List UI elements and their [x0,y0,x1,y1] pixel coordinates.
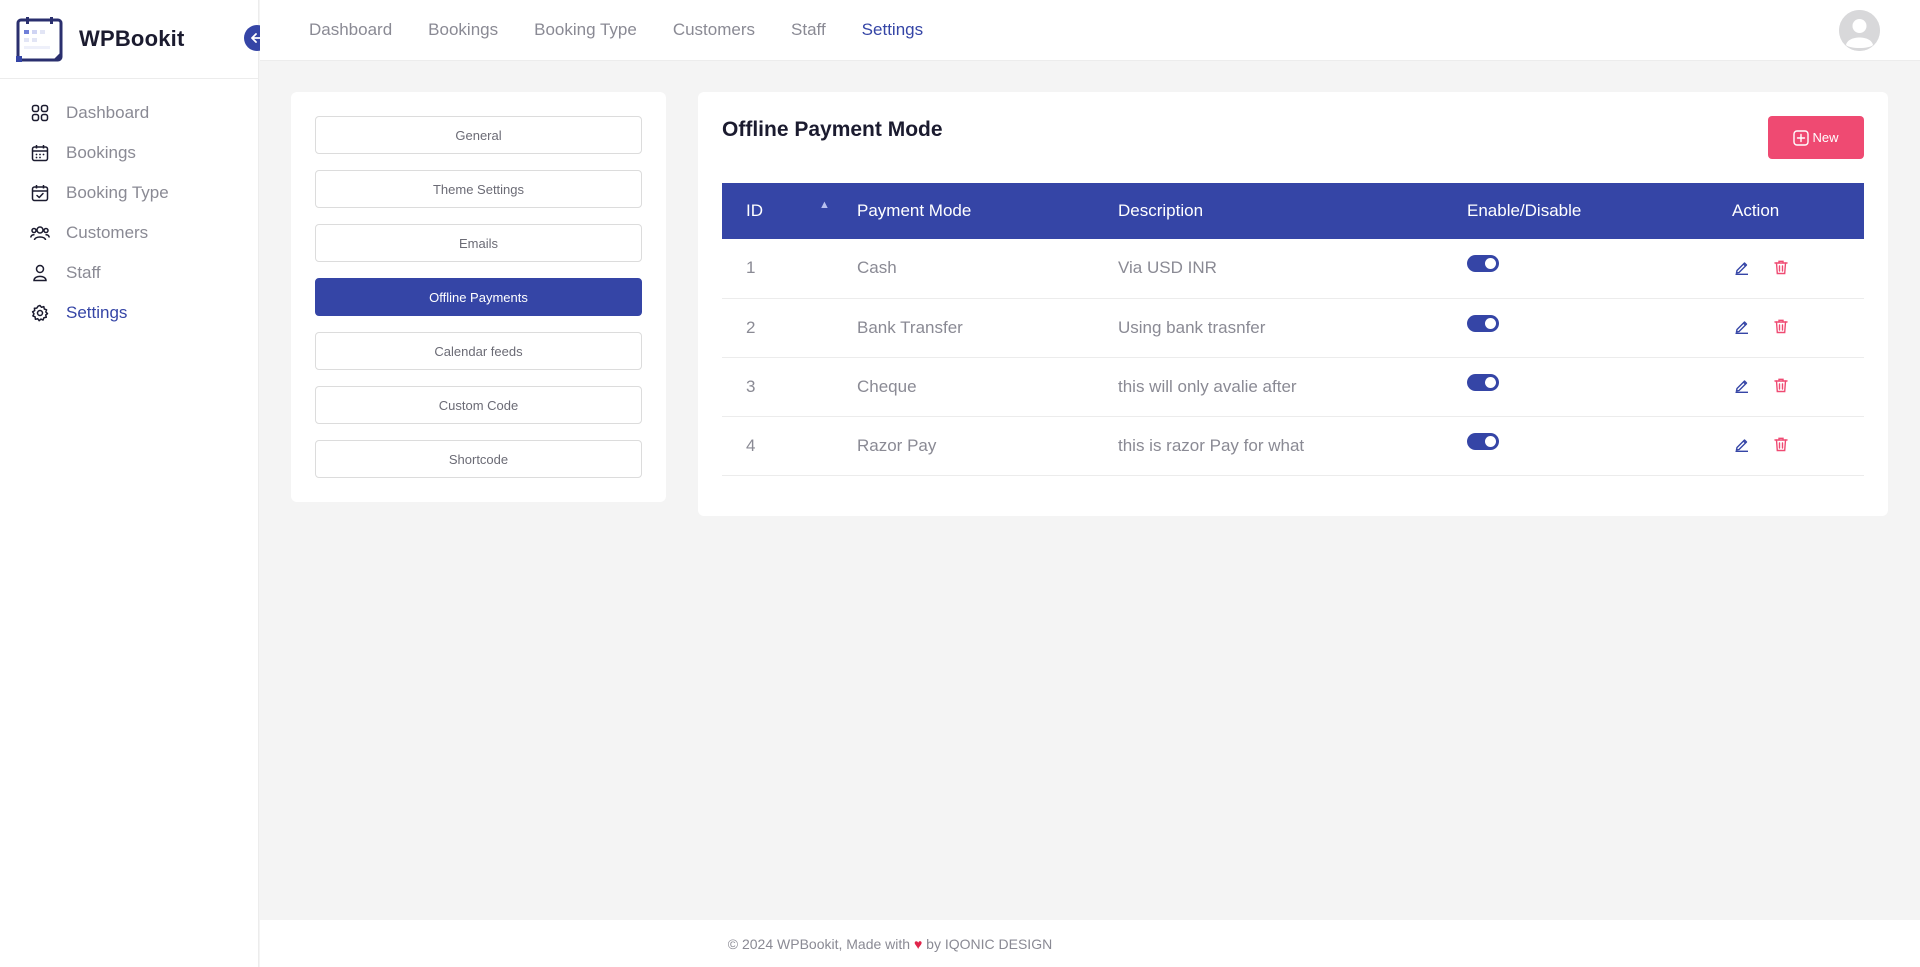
settings-tab-offline-payments[interactable]: Offline Payments [315,278,642,316]
edit-icon[interactable] [1732,434,1752,454]
cell-description: Via USD INR [1118,258,1217,278]
cell-toggle [1443,416,1708,475]
topnav-link-dashboard[interactable]: Dashboard [309,20,392,40]
table-row: 3 Cheque this will only avalie after [722,357,1864,416]
sidebar-item-settings[interactable]: Settings [0,293,258,333]
sidebar-item-label: Bookings [66,143,136,162]
column-header-description: Description [1118,201,1204,220]
plus-square-icon [1793,129,1810,146]
new-button-label: New [1812,130,1839,145]
topnav-link-booking-type[interactable]: Booking Type [534,20,637,40]
footer: © 2024 WPBookit, Made with ♥ by IQONIC D… [260,920,1920,967]
gear-icon [30,303,50,323]
cell-actions [1708,239,1864,298]
payment-modes-table: ID ▲ Payment Mode Description Enable/Disa… [722,183,1864,476]
cell-actions [1708,357,1864,416]
settings-tab-custom-code[interactable]: Custom Code [315,386,642,424]
footer-suffix: by IQONIC DESIGN [926,935,1053,952]
cell-payment-mode: Razor Pay [857,435,937,455]
cell-id: 1 [746,258,756,278]
topnav-link-customers[interactable]: Customers [673,20,755,40]
settings-tab-shortcode[interactable]: Shortcode [315,440,642,478]
sidebar-item-label: Customers [66,223,149,242]
brand-name: WPBookit [79,26,185,51]
user-icon [30,263,50,283]
delete-trash-icon[interactable] [1771,434,1791,454]
settings-tab-general[interactable]: General [315,116,642,154]
dashboard-grid-icon [30,103,50,123]
sidebar: WPBookit Dashboard Bookings Booking Type [0,0,270,967]
cell-id: 2 [746,317,756,337]
topnav-link-staff[interactable]: Staff [791,20,826,40]
table-header-row: ID ▲ Payment Mode Description Enable/Disa… [722,183,1864,239]
sidebar-item-label: Booking Type [66,183,169,202]
new-payment-mode-button[interactable]: New [1768,116,1864,159]
cell-payment-mode: Cash [857,258,897,278]
sidebar-item-bookings[interactable]: Bookings [0,133,258,173]
avatar-user-icon [1839,10,1880,51]
enable-toggle[interactable] [1467,432,1499,450]
column-header-payment-mode: Payment Mode [857,201,972,220]
table-row: 2 Bank Transfer Using bank trasnfer [722,298,1864,357]
footer-prefix: © 2024 WPBookit, Made with [727,935,911,952]
cell-id: 3 [746,376,756,396]
brand: WPBookit [0,0,270,79]
cell-description: this will only avalie after [1118,376,1297,396]
page-title: Offline Payment Mode [722,118,943,141]
calendar-icon [30,143,50,163]
sidebar-item-customers[interactable]: Customers [0,213,258,253]
cell-actions [1708,298,1864,357]
sidebar-nav: Dashboard Bookings Booking Type Customer… [0,79,258,333]
cell-toggle [1443,298,1708,357]
user-avatar[interactable] [1839,10,1880,51]
top-navbar: Dashboard Bookings Booking Type Customer… [260,0,1920,61]
sidebar-item-label: Dashboard [66,103,150,122]
column-header-id[interactable]: ID ▲ [722,183,833,239]
enable-toggle[interactable] [1467,314,1499,332]
settings-menu: General Theme Settings Emails Offline Pa… [291,92,666,502]
brand-logo-icon[interactable] [16,16,64,62]
sort-asc-icon[interactable]: ▲ [819,199,830,211]
top-nav: Dashboard Bookings Booking Type Customer… [309,20,959,40]
delete-trash-icon[interactable] [1771,257,1791,277]
cell-description: this is razor Pay for what [1118,435,1305,455]
sidebar-item-label: Staff [66,263,101,282]
enable-toggle[interactable] [1467,255,1499,273]
footer-text: © 2024 WPBookit, Made with ♥ by IQONIC D… [728,936,1052,952]
cell-payment-mode: Cheque [857,376,917,396]
table-row: 4 Razor Pay this is razor Pay for what [722,416,1864,475]
heart-icon: ♥ [913,935,923,952]
cell-payment-mode: Bank Transfer [857,317,963,337]
cell-id: 4 [746,435,756,455]
cell-toggle [1443,239,1708,298]
topnav-link-bookings[interactable]: Bookings [428,20,498,40]
sidebar-item-label: Settings [66,303,128,322]
users-icon [30,223,50,243]
sidebar-item-staff[interactable]: Staff [0,253,258,293]
settings-tab-calendar-feeds[interactable]: Calendar feeds [315,332,642,370]
cell-actions [1708,416,1864,475]
table-row: 1 Cash Via USD INR [722,239,1864,298]
settings-tab-theme-settings[interactable]: Theme Settings [315,170,642,208]
offline-payment-card: Offline Payment Mode New ID ▲ Payment Mod… [698,92,1888,516]
sidebar-item-dashboard[interactable]: Dashboard [0,93,258,133]
calendar-check-icon [30,183,50,203]
edit-icon[interactable] [1732,375,1752,395]
edit-icon[interactable] [1732,257,1752,277]
enable-toggle[interactable] [1467,373,1499,391]
settings-tab-emails[interactable]: Emails [315,224,642,262]
delete-trash-icon[interactable] [1771,375,1791,395]
column-header-enable-disable: Enable/Disable [1467,201,1582,220]
topnav-link-settings[interactable]: Settings [862,20,923,40]
column-header-label: ID [746,201,763,220]
column-header-action: Action [1732,201,1780,220]
delete-trash-icon[interactable] [1771,316,1791,336]
edit-icon[interactable] [1732,316,1752,336]
sidebar-item-booking-type[interactable]: Booking Type [0,173,258,213]
cell-toggle [1443,357,1708,416]
cell-description: Using bank trasnfer [1118,317,1266,337]
